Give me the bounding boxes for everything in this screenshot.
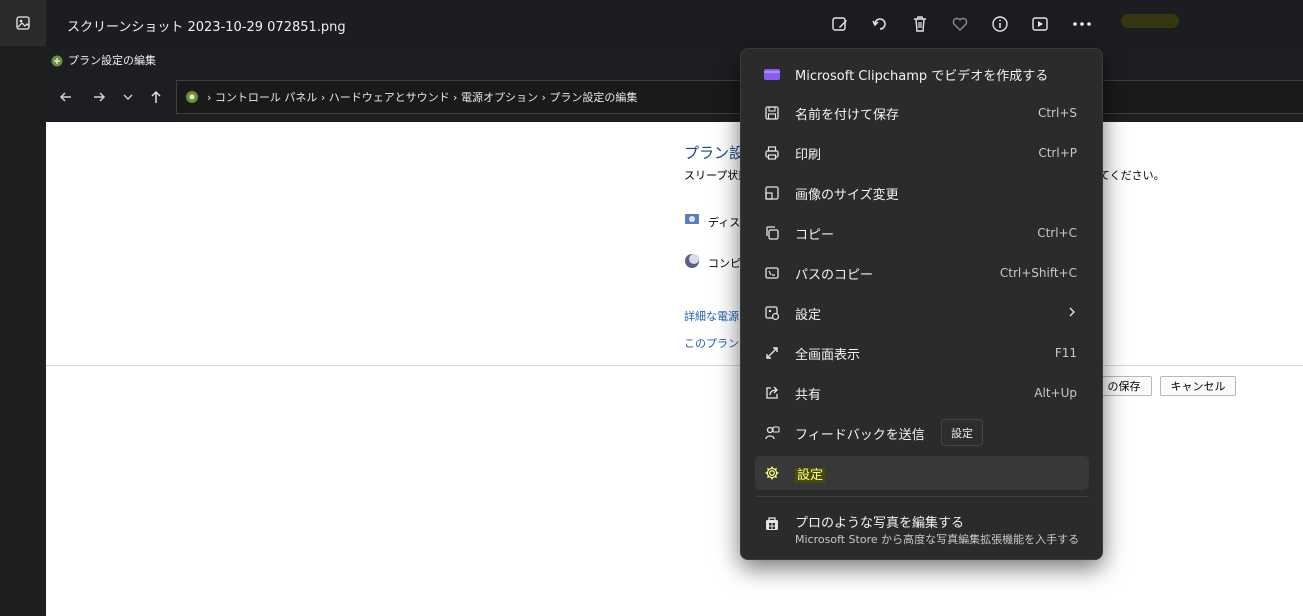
pro-editing-title[interactable]: プロのような写真を編集する	[795, 512, 964, 531]
info-icon[interactable]	[989, 13, 1011, 35]
menu-label-settings-text: 設定	[795, 467, 826, 483]
menu-item-feedback[interactable]: フィードバックを送信	[755, 416, 1089, 450]
menu-label-resize: 画像のサイズ変更	[795, 187, 899, 203]
menu-shortcut-print: Ctrl+P	[1038, 146, 1077, 160]
control-panel-title: プラン設定の編集	[68, 54, 156, 67]
menu-label-set-as: 設定	[795, 307, 822, 323]
resize-icon	[755, 176, 789, 210]
moon-icon	[684, 253, 700, 272]
tooltip: 設定	[941, 419, 983, 446]
menu-label-print: 印刷	[795, 147, 822, 163]
set-as-icon	[755, 296, 789, 330]
menu-item-print[interactable]: 印刷 Ctrl+P	[755, 136, 1089, 170]
menu-shortcut-save-as: Ctrl+S	[1037, 106, 1077, 120]
edit-image-icon[interactable]	[829, 13, 851, 35]
menu-shortcut-fullscreen: F11	[1054, 346, 1077, 360]
pro-editing-subtitle: Microsoft Store から高度な写真編集拡張機能を入手する	[795, 533, 1080, 546]
display-icon	[684, 212, 700, 231]
menu-label-share: 共有	[795, 387, 822, 403]
rotate-icon[interactable]	[869, 13, 891, 35]
menu-shortcut-copy: Ctrl+C	[1037, 226, 1077, 240]
menu-label-fullscreen: 全画面表示	[795, 347, 861, 363]
menu-label-save-as: 名前を付けて保存	[795, 107, 900, 123]
menu-item-fullscreen[interactable]: 全画面表示 F11	[755, 336, 1089, 370]
share-icon	[755, 376, 789, 410]
control-panel-navbar: › コントロール パネル › ハードウェアとサウンド › 電源オプション › プ…	[46, 72, 1303, 122]
menu-shortcut-share: Alt+Up	[1034, 386, 1077, 400]
print-icon	[755, 136, 789, 170]
more-options-icon[interactable]	[1068, 18, 1096, 30]
control-panel-icon	[184, 89, 200, 105]
power-options-icon	[50, 53, 64, 67]
menu-item-settings[interactable]: 設定	[755, 456, 1089, 490]
settings-gear-icon	[755, 456, 789, 490]
menu-shortcut-copy-path: Ctrl+Shift+C	[999, 266, 1077, 280]
menu-item-resize[interactable]: 画像のサイズ変更	[755, 176, 1089, 210]
copy-icon	[755, 216, 789, 250]
chevron-right-icon	[1067, 306, 1077, 321]
photo-viewer-titlebar: スクリーンショット 2023-10-29 072851.png	[46, 0, 1303, 48]
fullscreen-icon	[755, 336, 789, 370]
breadcrumb[interactable]: › コントロール パネル › ハードウェアとサウンド › 電源オプション › プ…	[207, 89, 637, 105]
cancel-button[interactable]: キャンセル	[1160, 376, 1236, 396]
save-icon	[755, 96, 789, 130]
back-arrow-icon[interactable]	[55, 86, 77, 108]
app-left-rail	[0, 0, 46, 616]
menu-label-clipchamp: Microsoft Clipchamp でビデオを作成する	[795, 68, 1049, 84]
window-title: スクリーンショット 2023-10-29 072851.png	[67, 20, 346, 35]
slideshow-icon[interactable]	[1029, 13, 1051, 35]
menu-label-copy-path: パスのコピー	[795, 267, 874, 283]
menu-item-copy-path[interactable]: パスのコピー Ctrl+Shift+C	[755, 256, 1089, 290]
more-button-highlight	[1121, 14, 1179, 28]
menu-label-settings: 設定	[795, 464, 1089, 483]
control-panel-content: プラン設定 スリープ状態 てください。 ディスプ コンピュ 詳細な電源 このプラ…	[46, 122, 1303, 616]
menu-item-clipchamp[interactable]: Microsoft Clipchamp でビデオを作成する	[755, 57, 1089, 91]
delete-icon[interactable]	[909, 13, 931, 35]
content-divider	[46, 365, 1303, 366]
control-panel-titlebar: プラン設定の編集	[46, 48, 1303, 72]
menu-separator	[755, 496, 1089, 497]
more-options-menu: Microsoft Clipchamp でビデオを作成する 名前を付けて保存 C…	[740, 48, 1103, 560]
save-changes-button[interactable]: の保存	[1096, 376, 1152, 396]
store-extension-icon	[759, 511, 785, 537]
menu-item-save-as[interactable]: 名前を付けて保存 Ctrl+S	[755, 96, 1089, 130]
copy-path-icon	[755, 256, 789, 290]
forward-arrow-icon[interactable]	[88, 86, 110, 108]
recent-dropdown-icon[interactable]	[117, 86, 139, 108]
menu-item-set-as[interactable]: 設定	[755, 296, 1089, 330]
menu-label-copy: コピー	[795, 227, 835, 243]
menu-item-share[interactable]: 共有 Alt+Up	[755, 376, 1089, 410]
control-panel-window: プラン設定の編集 › コントロール パネル › ハードウェアとサウンド › 電源…	[46, 48, 1303, 616]
page-description-end: てください。	[1099, 169, 1165, 182]
up-arrow-icon[interactable]	[145, 86, 167, 108]
feedback-icon	[755, 416, 789, 450]
menu-item-copy[interactable]: コピー Ctrl+C	[755, 216, 1089, 250]
favorite-icon[interactable]	[949, 13, 971, 35]
clipchamp-icon	[755, 57, 789, 91]
gallery-icon[interactable]	[0, 0, 46, 46]
advanced-power-link[interactable]: 詳細な電源	[684, 308, 739, 324]
